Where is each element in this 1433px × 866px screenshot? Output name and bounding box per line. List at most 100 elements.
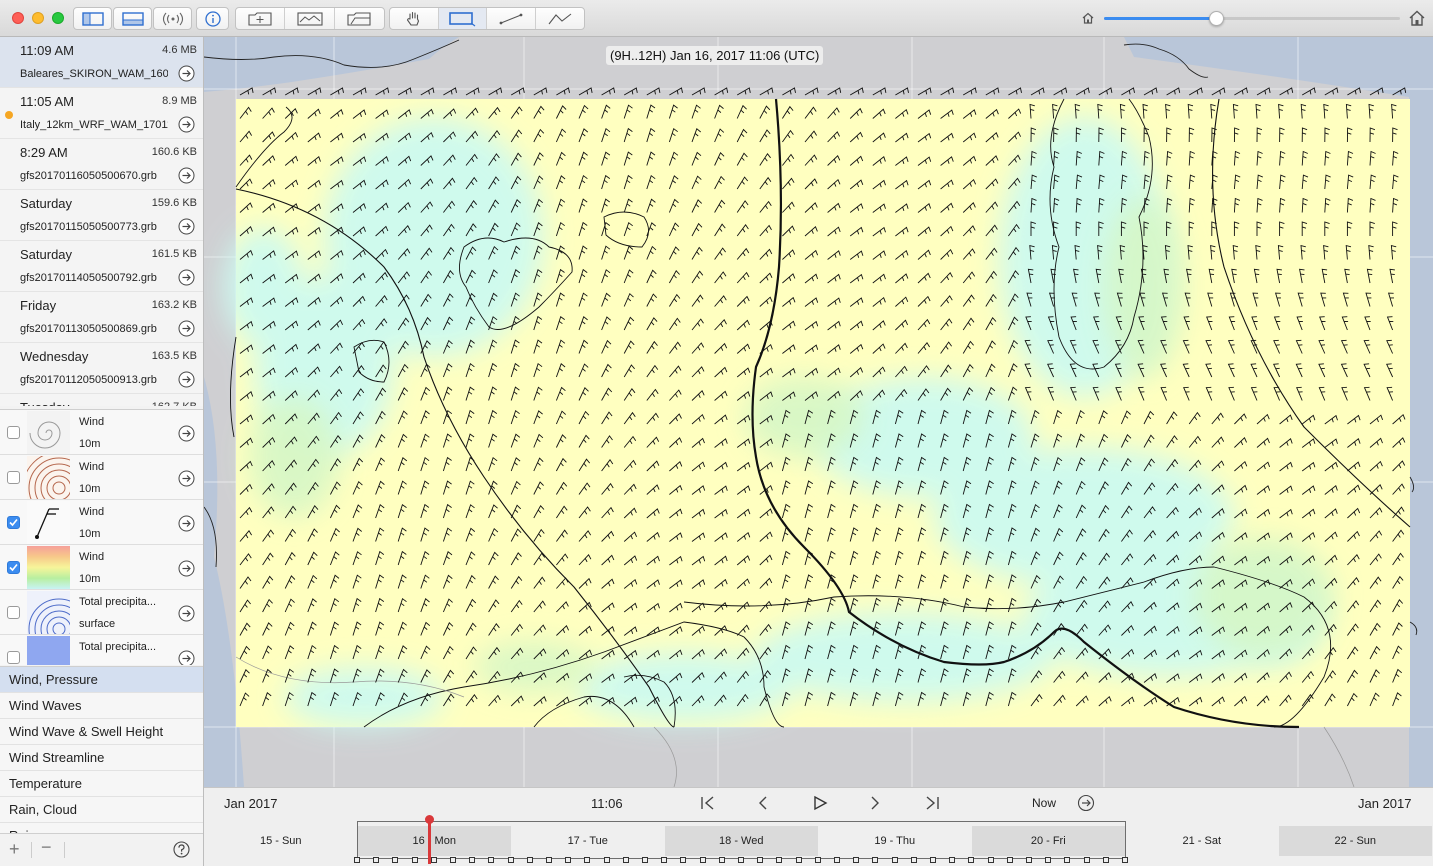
- time-step-tick[interactable]: [853, 857, 860, 863]
- file-item[interactable]: 8:29 AM 160.6 KB gfs20170116050500670.grb: [0, 139, 203, 190]
- pan-tool-button[interactable]: [390, 8, 439, 29]
- minimize-window-button[interactable]: [32, 12, 44, 24]
- help-icon[interactable]: [173, 841, 190, 858]
- file-item[interactable]: Friday 163.2 KB gfs20170113050500869.grb: [0, 292, 203, 343]
- day-cell[interactable]: 21 - Sat: [1125, 826, 1279, 856]
- time-cursor-handle[interactable]: [425, 815, 434, 824]
- preset-item[interactable]: Wind Waves: [0, 693, 203, 719]
- toggle-sidebar-button[interactable]: [73, 7, 112, 30]
- preset-item[interactable]: Temperature: [0, 771, 203, 797]
- arrow-right-circle-icon[interactable]: [178, 320, 195, 337]
- time-step-tick[interactable]: [1064, 857, 1071, 863]
- file-item[interactable]: Tuesday 162.7 KB: [0, 394, 203, 406]
- time-step-tick[interactable]: [526, 857, 533, 863]
- step-forward-icon[interactable]: [868, 795, 882, 811]
- time-step-tick[interactable]: [1026, 857, 1032, 863]
- layer-visibility-checkbox[interactable]: [7, 606, 20, 619]
- time-step-tick[interactable]: [930, 857, 936, 863]
- preset-item[interactable]: Wind Streamline: [0, 745, 203, 771]
- map-canvas[interactable]: [204, 37, 1433, 787]
- time-step-tick[interactable]: [392, 857, 399, 863]
- day-cell[interactable]: 22 - Sun: [1278, 826, 1432, 856]
- time-step-tick[interactable]: [891, 857, 898, 863]
- measure-tool-button[interactable]: [487, 8, 536, 29]
- time-step-tick[interactable]: [814, 857, 821, 863]
- time-step-tick[interactable]: [910, 857, 917, 863]
- file-list[interactable]: 11:09 AM 4.6 MB Baleares_SKIRON_WAM_160 11:…: [0, 37, 203, 406]
- time-step-tick[interactable]: [622, 857, 629, 863]
- time-step-tick[interactable]: [1083, 857, 1090, 863]
- time-step-tick[interactable]: [738, 857, 744, 863]
- zoom-out-home-icon[interactable]: [1081, 11, 1095, 25]
- time-step-tick[interactable]: [1122, 857, 1128, 863]
- time-step-tick[interactable]: [1006, 857, 1013, 863]
- weather-map[interactable]: (9H..12H) Jan 16, 2017 11:06 (UTC): [204, 37, 1433, 787]
- time-cursor[interactable]: [428, 818, 431, 864]
- layer-item[interactable]: Total precipita...: [0, 635, 203, 665]
- open-folder-button[interactable]: [335, 8, 384, 29]
- layer-item[interactable]: Total precipita... surface: [0, 590, 203, 635]
- file-item[interactable]: Wednesday 163.5 KB gfs20170112050500913.gr…: [0, 343, 203, 394]
- time-step-tick[interactable]: [968, 857, 975, 863]
- time-step-tick[interactable]: [450, 857, 456, 863]
- preset-list[interactable]: Wind, Pressure Wind Waves Wind Wave & Swel…: [0, 666, 203, 833]
- route-button[interactable]: [285, 8, 335, 29]
- arrow-right-circle-icon[interactable]: [178, 371, 195, 388]
- time-step-tick[interactable]: [757, 857, 764, 863]
- time-step-tick[interactable]: [603, 857, 610, 863]
- preset-item[interactable]: Wind Wave & Swell Height: [0, 719, 203, 745]
- file-open-button[interactable]: [178, 371, 195, 391]
- now-button[interactable]: Now: [1032, 796, 1056, 810]
- file-open-button[interactable]: [178, 116, 195, 136]
- arrow-right-circle-icon[interactable]: [178, 515, 195, 532]
- file-open-button[interactable]: [178, 269, 195, 289]
- forecast-range[interactable]: [357, 821, 1126, 859]
- layer-settings-button[interactable]: [178, 560, 195, 580]
- time-step-tick[interactable]: [373, 857, 380, 863]
- skip-to-start-icon[interactable]: [699, 795, 717, 811]
- layer-item[interactable]: Wind 10m: [0, 410, 203, 455]
- time-step-tick[interactable]: [565, 857, 572, 863]
- file-open-button[interactable]: [178, 218, 195, 238]
- file-item[interactable]: Saturday 161.5 KB gfs20170114050500792.grb: [0, 241, 203, 292]
- preset-item[interactable]: Rain, Cloud: [0, 797, 203, 823]
- select-area-tool-button[interactable]: [438, 8, 487, 29]
- close-window-button[interactable]: [12, 12, 24, 24]
- time-step-tick[interactable]: [584, 857, 591, 863]
- layer-item[interactable]: Wind 10m: [0, 455, 203, 500]
- layer-settings-button[interactable]: [178, 605, 195, 625]
- time-step-tick[interactable]: [1045, 857, 1052, 863]
- remove-file-button[interactable]: −: [41, 837, 52, 858]
- time-step-tick[interactable]: [949, 857, 956, 863]
- file-item[interactable]: 11:09 AM 4.6 MB Baleares_SKIRON_WAM_160: [0, 37, 203, 88]
- layer-settings-button[interactable]: [178, 425, 195, 445]
- file-open-button[interactable]: [178, 65, 195, 85]
- arrow-right-circle-icon[interactable]: [178, 425, 195, 442]
- layer-item[interactable]: Wind 10m: [0, 500, 203, 545]
- file-item[interactable]: 11:05 AM 8.9 MB Italy_12km_WRF_WAM_170116: [0, 88, 203, 139]
- layer-settings-button[interactable]: [178, 650, 195, 665]
- time-step-tick[interactable]: [718, 857, 725, 863]
- route-tool-button[interactable]: [536, 8, 585, 29]
- file-open-button[interactable]: [178, 167, 195, 187]
- layer-settings-button[interactable]: [178, 470, 195, 490]
- preset-item[interactable]: Rain: [0, 823, 203, 833]
- layer-visibility-checkbox[interactable]: [7, 426, 20, 439]
- step-back-icon[interactable]: [756, 795, 770, 811]
- go-to-now-icon[interactable]: [1077, 794, 1095, 812]
- time-step-tick[interactable]: [642, 857, 648, 863]
- skip-to-end-icon[interactable]: [923, 795, 941, 811]
- add-file-button[interactable]: +: [9, 839, 20, 860]
- time-step-tick[interactable]: [699, 857, 706, 863]
- layer-list[interactable]: Wind 10m Wind 10m Wind 10m Wind 10m Total precip…: [0, 409, 203, 665]
- time-step-tick[interactable]: [546, 857, 552, 863]
- time-step-tick[interactable]: [680, 857, 687, 863]
- toggle-timeline-button[interactable]: [113, 7, 152, 30]
- preset-item[interactable]: Wind, Pressure: [0, 667, 203, 693]
- zoom-slider[interactable]: [1104, 11, 1400, 26]
- layer-item[interactable]: Wind 10m: [0, 545, 203, 590]
- zoom-in-home-icon[interactable]: [1408, 9, 1426, 27]
- arrow-right-circle-icon[interactable]: [178, 560, 195, 577]
- time-step-tick[interactable]: [795, 857, 802, 863]
- arrow-right-circle-icon[interactable]: [178, 116, 195, 133]
